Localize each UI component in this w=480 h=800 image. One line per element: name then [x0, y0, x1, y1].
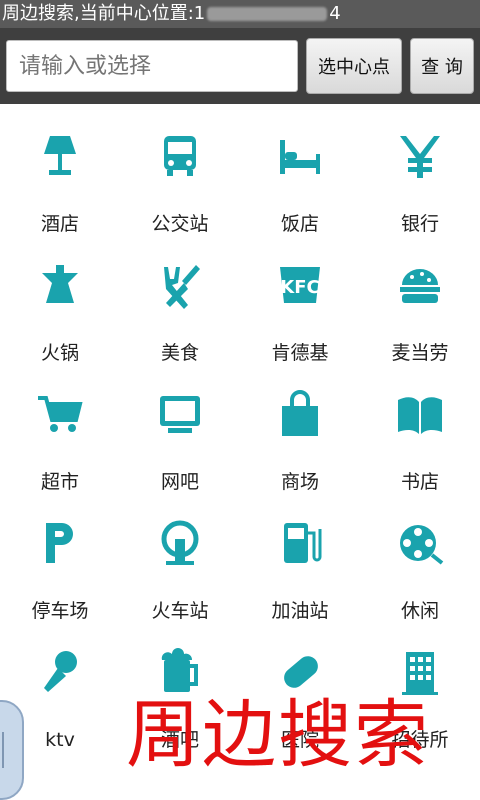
title-bar: 周边搜索,当前中心位置:1 4 — [0, 0, 480, 28]
category-label: 饭店 — [280, 213, 319, 235]
category-label: 停车场 — [31, 600, 89, 622]
pill-icon — [284, 656, 318, 688]
category-label: 火车站 — [151, 600, 209, 622]
shopping-bag-icon — [282, 390, 318, 436]
burger-icon — [400, 269, 440, 303]
train-icon — [161, 520, 199, 565]
title-text-prefix: 周边搜索,当前中心位置:1 — [2, 3, 206, 24]
category-item[interactable]: 超市 — [0, 368, 120, 496]
category-label: 银行 — [400, 213, 439, 235]
category-label: 公交站 — [151, 213, 209, 235]
search-input[interactable] — [6, 40, 298, 92]
monitor-icon — [160, 396, 200, 433]
cart-icon — [38, 396, 83, 432]
category-item[interactable]: KFC 肯德基 — [240, 239, 360, 367]
category-item[interactable]: 商场 — [240, 368, 360, 496]
film-reel-icon — [400, 525, 444, 565]
bed-icon — [280, 140, 320, 174]
category-item[interactable]: 美食 — [120, 239, 240, 367]
category-item[interactable]: 书店 — [360, 368, 480, 496]
fork-knife-icon — [164, 265, 200, 309]
beer-icon — [161, 648, 198, 692]
category-item[interactable]: 火锅 — [0, 239, 120, 367]
category-label: 酒店 — [40, 213, 79, 235]
parking-icon — [46, 523, 73, 563]
building-icon — [402, 652, 438, 695]
search-bar: 选中心点 查 询 — [0, 28, 480, 104]
category-label: 休闲 — [400, 600, 439, 622]
category-label: 商场 — [280, 471, 319, 493]
side-drawer-handle[interactable] — [0, 700, 24, 800]
kfc-icon: KFC — [280, 267, 320, 303]
category-label: 火锅 — [40, 342, 79, 364]
category-label: 美食 — [160, 342, 199, 364]
category-item[interactable]: 加油站 — [240, 497, 360, 625]
category-item[interactable]: 银行 — [360, 110, 480, 238]
bus-icon — [164, 136, 196, 176]
category-label: 超市 — [40, 471, 79, 493]
category-label: 网吧 — [160, 471, 199, 493]
category-label: 书店 — [400, 471, 439, 493]
yen-icon — [400, 136, 440, 178]
category-item[interactable]: 公交站 — [120, 110, 240, 238]
category-item[interactable]: 网吧 — [120, 368, 240, 496]
query-button[interactable]: 查 询 — [410, 38, 474, 94]
category-item[interactable]: 火车站 — [120, 497, 240, 625]
overlay-caption: 周边搜索 — [126, 692, 430, 778]
hotpot-icon — [42, 265, 78, 303]
lamp-icon — [44, 136, 76, 175]
category-label: 麦当劳 — [391, 342, 449, 364]
book-icon — [398, 397, 442, 434]
select-center-button[interactable]: 选中心点 — [306, 38, 402, 94]
category-label: 加油站 — [271, 600, 329, 622]
svg-text:KFC: KFC — [280, 277, 319, 298]
category-item[interactable]: 酒店 — [0, 110, 120, 238]
category-label: 肯德基 — [271, 342, 329, 364]
category-item[interactable]: 休闲 — [360, 497, 480, 625]
title-text-suffix: 4 — [329, 3, 341, 24]
category-item[interactable]: 停车场 — [0, 497, 120, 625]
blurred-coordinates — [207, 7, 328, 21]
category-item[interactable]: 麦当劳 — [360, 239, 480, 367]
fuel-pump-icon — [284, 523, 322, 563]
category-item[interactable]: 饭店 — [240, 110, 360, 238]
microphone-icon — [44, 651, 77, 692]
